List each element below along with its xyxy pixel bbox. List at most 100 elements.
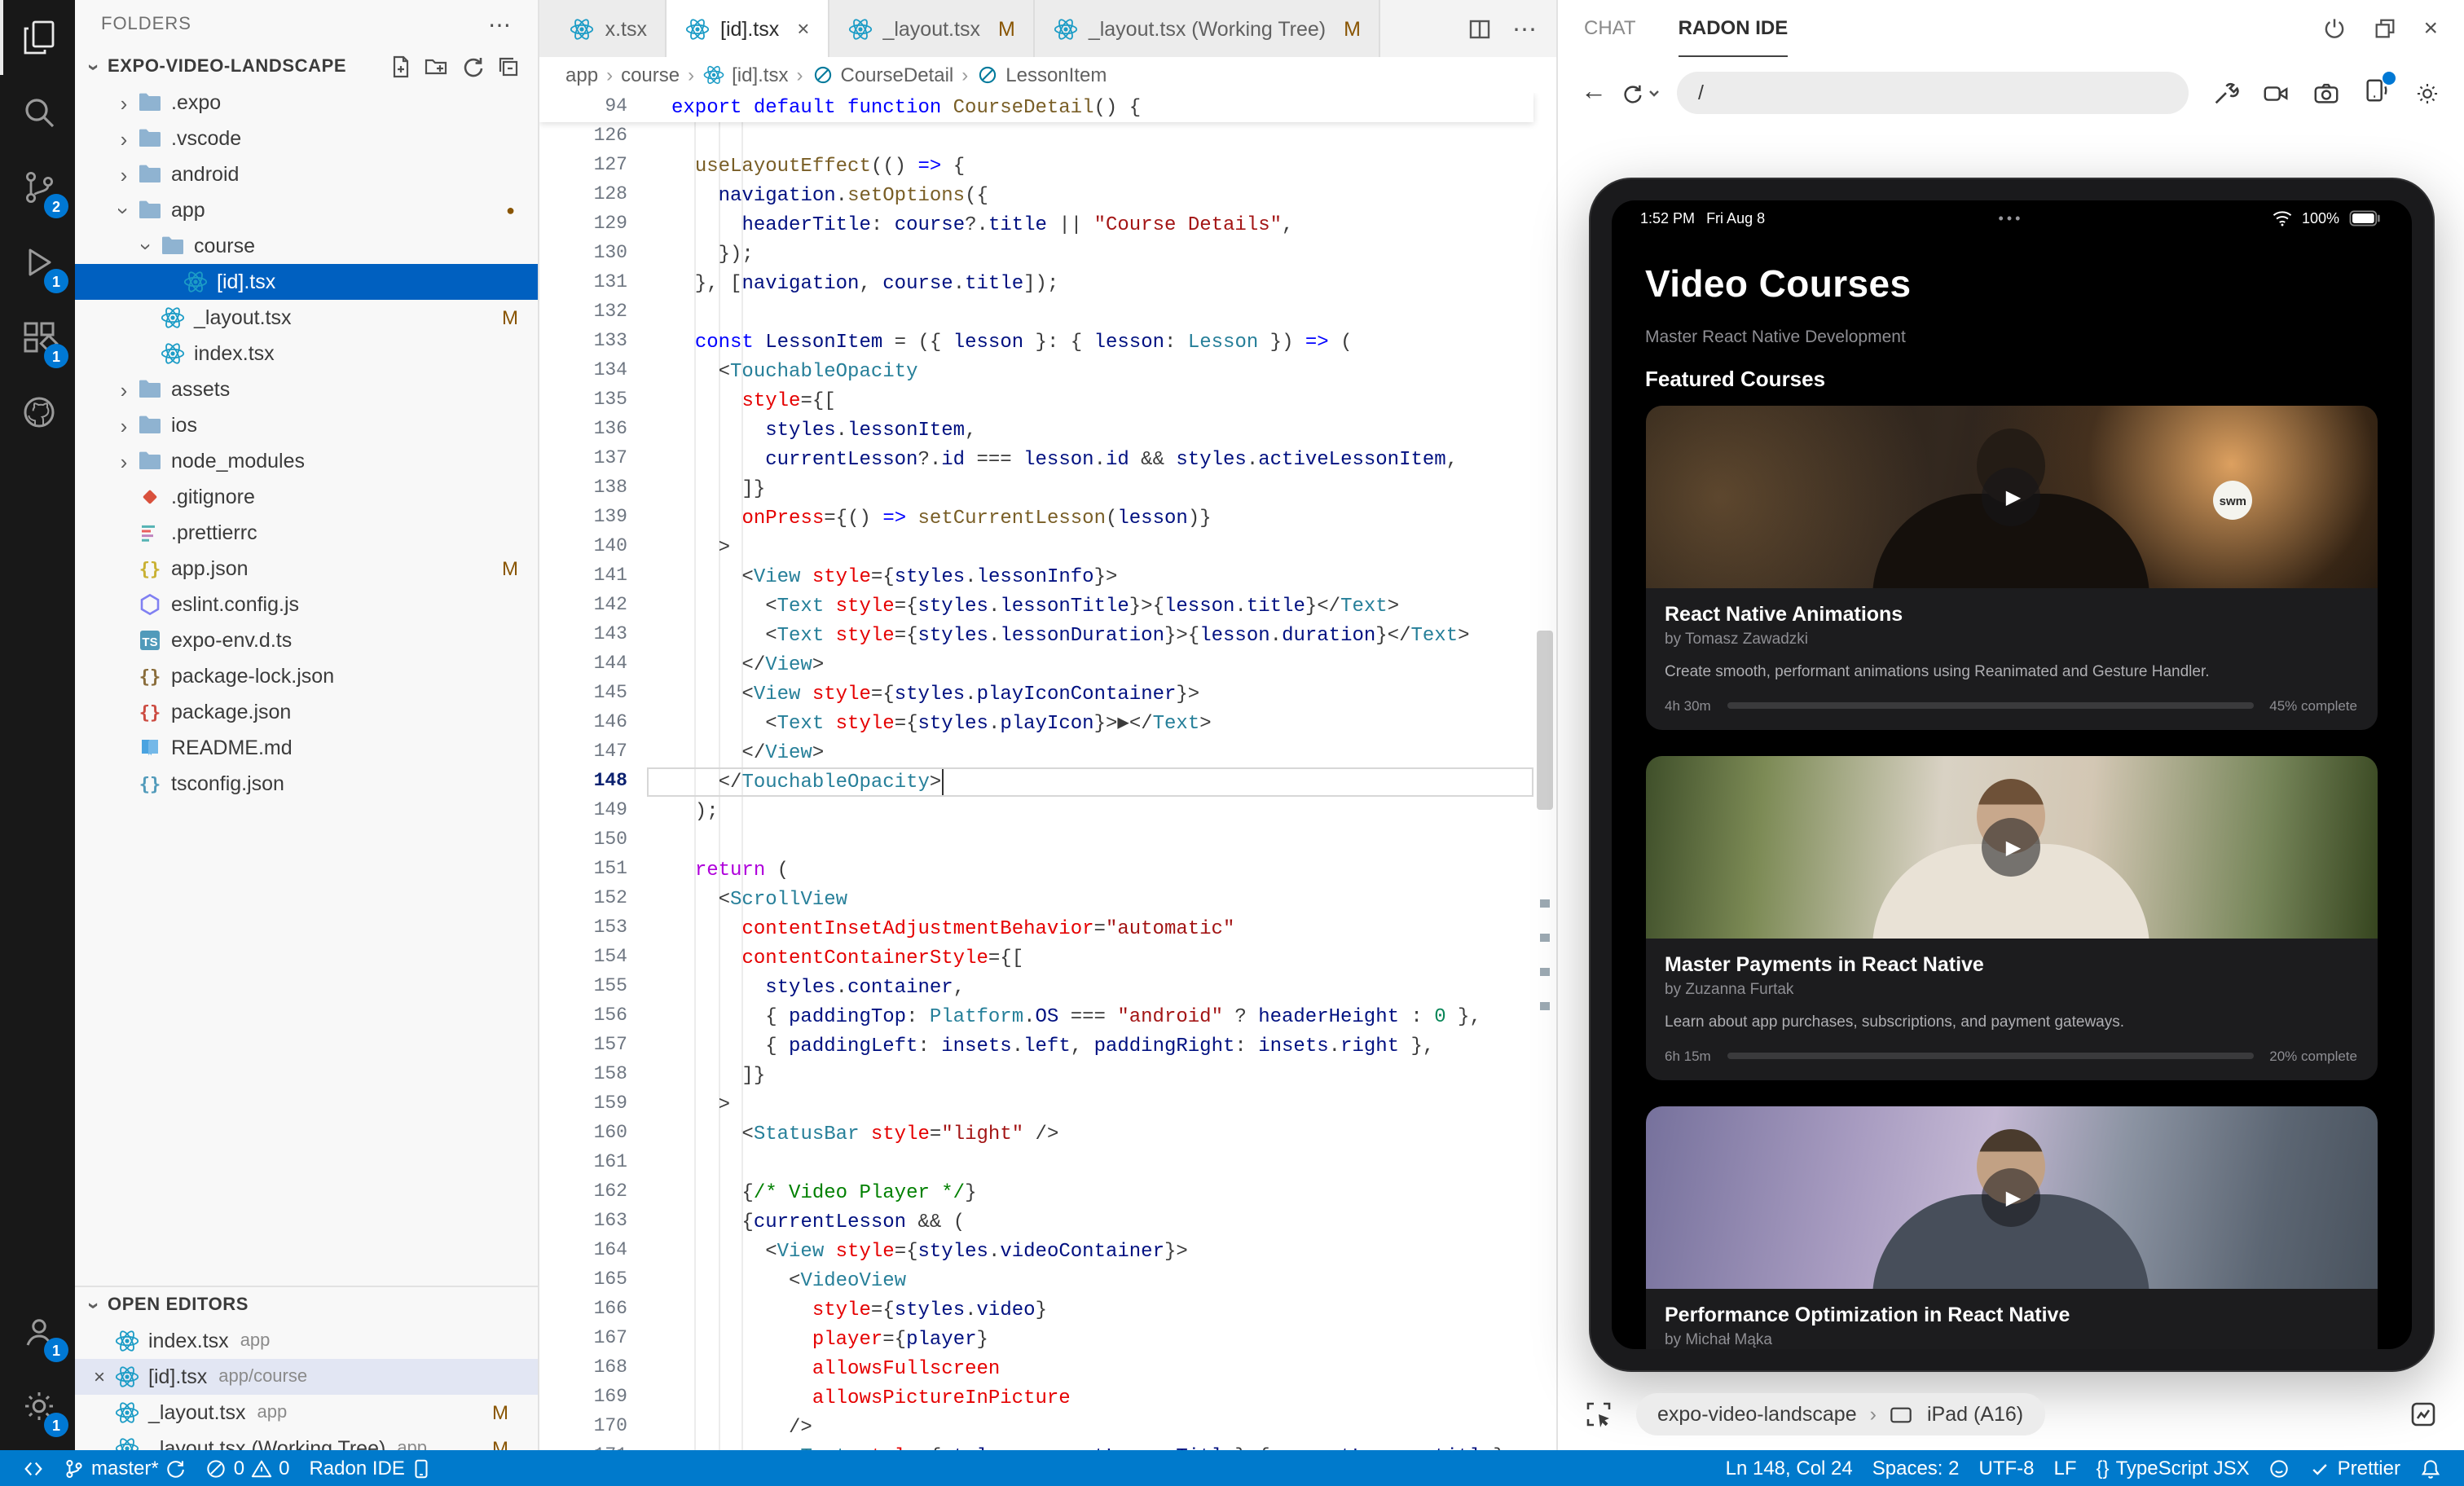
- back-button[interactable]: ←: [1581, 78, 1613, 108]
- sticky-scope-line[interactable]: 94export default function CourseDetail()…: [539, 93, 1533, 122]
- code-line-171[interactable]: 171 <Text style={styles.currentLessonTit…: [539, 1442, 1556, 1450]
- workspace-root[interactable]: › EXPO-VIDEO-LANDSCAPE: [75, 49, 538, 85]
- tree-item-.prettierrc[interactable]: .prettierrc: [75, 515, 538, 551]
- formatter-status[interactable]: Prettier: [2300, 1450, 2410, 1486]
- editor-tab-_layout.tsx (Working Tree)[interactable]: _layout.tsx (Working Tree)M: [1035, 0, 1380, 57]
- scrollbar-thumb[interactable]: [1537, 631, 1553, 810]
- activity-account-button[interactable]: 1: [0, 1294, 75, 1369]
- tree-item-app[interactable]: ›app●: [75, 192, 538, 228]
- feedback[interactable]: [2259, 1450, 2300, 1486]
- course-card[interactable]: ▶swmReact Native Animationsby Tomasz Zaw…: [1645, 406, 2377, 730]
- breadcrumb-[id].tsx[interactable]: [id].tsx: [702, 64, 788, 86]
- code-line-152[interactable]: 152 <ScrollView: [539, 885, 1556, 914]
- tree-item-[id].tsx[interactable]: [id].tsx: [75, 264, 538, 300]
- tree-item-ios[interactable]: ›ios: [75, 407, 538, 443]
- code-line-134[interactable]: 134 <TouchableOpacity: [539, 357, 1556, 386]
- code-editor[interactable]: 94export default function CourseDetail()…: [539, 93, 1556, 1450]
- settings-gear-icon[interactable]: [2413, 79, 2441, 107]
- folders-more-icon[interactable]: ⋯: [488, 11, 512, 38]
- code-line-155[interactable]: 155 styles.container,: [539, 973, 1556, 1002]
- video-thumbnail[interactable]: ▶swm: [1645, 406, 2377, 588]
- tree-item-_layout.tsx[interactable]: _layout.tsxM: [75, 300, 538, 336]
- open-editor-[id].tsx[interactable]: ×[id].tsxapp/course: [75, 1359, 538, 1395]
- code-line-160[interactable]: 160 <StatusBar style="light" />: [539, 1119, 1556, 1149]
- code-line-169[interactable]: 169 allowsPictureInPicture: [539, 1383, 1556, 1413]
- more-actions-icon[interactable]: ⋯: [1512, 14, 1537, 43]
- encoding[interactable]: UTF-8: [1969, 1450, 2044, 1486]
- code-line-130[interactable]: 130 });: [539, 240, 1556, 269]
- code-line-159[interactable]: 159 >: [539, 1090, 1556, 1119]
- code-line-126[interactable]: 126: [539, 122, 1556, 152]
- code-line-147[interactable]: 147 </View>: [539, 738, 1556, 767]
- code-line-148[interactable]: 148 </TouchableOpacity>: [539, 767, 1556, 797]
- editor-tab-[id].tsx[interactable]: [id].tsx×: [667, 0, 829, 57]
- code-line-144[interactable]: 144 </View>: [539, 650, 1556, 679]
- code-line-151[interactable]: 151 return (: [539, 855, 1556, 885]
- radon-ide-status[interactable]: Radon IDE: [299, 1450, 442, 1486]
- code-line-164[interactable]: 164 <View style={styles.videoContainer}>: [539, 1237, 1556, 1266]
- video-thumbnail[interactable]: ▶: [1645, 1106, 2377, 1289]
- tree-item-index.tsx[interactable]: index.tsx: [75, 336, 538, 372]
- inspect-icon[interactable]: [1584, 1400, 1613, 1429]
- activity-extensions-button[interactable]: 1: [0, 300, 75, 375]
- language-mode[interactable]: {} TypeScript JSX: [2087, 1450, 2259, 1486]
- new-folder-icon[interactable]: [424, 54, 450, 80]
- activity-github-button[interactable]: [0, 375, 75, 450]
- course-card[interactable]: ▶Master Payments in React Nativeby Zuzan…: [1645, 756, 2377, 1080]
- video-thumbnail[interactable]: ▶: [1645, 756, 2377, 939]
- code-line-132[interactable]: 132: [539, 298, 1556, 328]
- activity-search-button[interactable]: [0, 75, 75, 150]
- code-line-150[interactable]: 150: [539, 826, 1556, 855]
- code-line-141[interactable]: 141 <View style={styles.lessonInfo}>: [539, 562, 1556, 591]
- activity-run-debug-button[interactable]: 1: [0, 225, 75, 300]
- code-line-137[interactable]: 137 currentLesson?.id === lesson.id && s…: [539, 445, 1556, 474]
- tree-item-expo-env.d.ts[interactable]: TSexpo-env.d.ts: [75, 622, 538, 658]
- record-video-icon[interactable]: [2262, 79, 2290, 107]
- close-icon[interactable]: ×: [2423, 15, 2438, 42]
- reload-button[interactable]: [1620, 81, 1661, 105]
- breadcrumb-course[interactable]: course: [621, 64, 680, 86]
- tree-item-eslint.config.js[interactable]: eslint.config.js: [75, 587, 538, 622]
- code-line-156[interactable]: 156 { paddingTop: Platform.OS === "andro…: [539, 1002, 1556, 1031]
- code-line-142[interactable]: 142 <Text style={styles.lessonTitle}>{le…: [539, 591, 1556, 621]
- play-button[interactable]: ▶: [1982, 1168, 2040, 1227]
- close-icon[interactable]: ×: [88, 1365, 111, 1388]
- screenshot-icon[interactable]: [2312, 79, 2340, 107]
- open-editor-_layout.tsx (Working Tree)[interactable]: _layout.tsx (Working Tree)appM: [75, 1431, 538, 1450]
- new-file-icon[interactable]: [388, 54, 414, 80]
- code-line-127[interactable]: 127 useLayoutEffect(() => {: [539, 152, 1556, 181]
- url-bar[interactable]: /: [1677, 72, 2189, 114]
- tab-radon-ide[interactable]: RADON IDE: [1679, 0, 1789, 57]
- code-line-145[interactable]: 145 <View style={styles.playIconContaine…: [539, 679, 1556, 709]
- code-line-135[interactable]: 135 style={[: [539, 386, 1556, 415]
- open-editor-_layout.tsx[interactable]: _layout.tsxappM: [75, 1395, 538, 1431]
- tree-item-node_modules[interactable]: ›node_modules: [75, 443, 538, 479]
- code-line-129[interactable]: 129 headerTitle: course?.title || "Cours…: [539, 210, 1556, 240]
- ipad-simulator[interactable]: 1:52 PM Fri Aug 8 ••• 100% Video Courses…: [1588, 178, 2434, 1372]
- tree-item-app.json[interactable]: {}app.jsonM: [75, 551, 538, 587]
- code-line-138[interactable]: 138 ]}: [539, 474, 1556, 503]
- code-line-128[interactable]: 128 navigation.setOptions({: [539, 181, 1556, 210]
- eol[interactable]: LF: [2044, 1450, 2087, 1486]
- close-icon[interactable]: ×: [797, 16, 809, 41]
- device-settings-button[interactable]: [2363, 77, 2391, 109]
- code-line-162[interactable]: 162 {/* Video Player */}: [539, 1178, 1556, 1207]
- problems-indicator[interactable]: 0 0: [196, 1450, 300, 1486]
- code-line-131[interactable]: 131 }, [navigation, course.title]);: [539, 269, 1556, 298]
- breadcrumb-CourseDetail[interactable]: CourseDetail: [812, 64, 954, 86]
- play-button[interactable]: ▶: [1982, 818, 2040, 877]
- device-selector[interactable]: expo-video-landscape › iPad (A16): [1636, 1393, 2044, 1435]
- tree-item-android[interactable]: ›android: [75, 156, 538, 192]
- code-line-94[interactable]: 94export default function CourseDetail()…: [539, 93, 1533, 122]
- breadcrumb-LessonItem[interactable]: LessonItem: [976, 64, 1107, 86]
- editor-scrollbar[interactable]: [1533, 93, 1556, 1450]
- tree-item-package.json[interactable]: {}package.json: [75, 694, 538, 730]
- code-line-166[interactable]: 166 style={styles.video}: [539, 1295, 1556, 1325]
- code-line-140[interactable]: 140 >: [539, 533, 1556, 562]
- code-line-158[interactable]: 158 ]}: [539, 1061, 1556, 1090]
- git-branch[interactable]: master*: [54, 1450, 196, 1486]
- open-editor-index.tsx[interactable]: index.tsxapp: [75, 1323, 538, 1359]
- tree-item-tsconfig.json[interactable]: {}tsconfig.json: [75, 766, 538, 802]
- tree-item-.expo[interactable]: ›.expo: [75, 85, 538, 121]
- code-line-153[interactable]: 153 contentInsetAdjustmentBehavior="auto…: [539, 914, 1556, 943]
